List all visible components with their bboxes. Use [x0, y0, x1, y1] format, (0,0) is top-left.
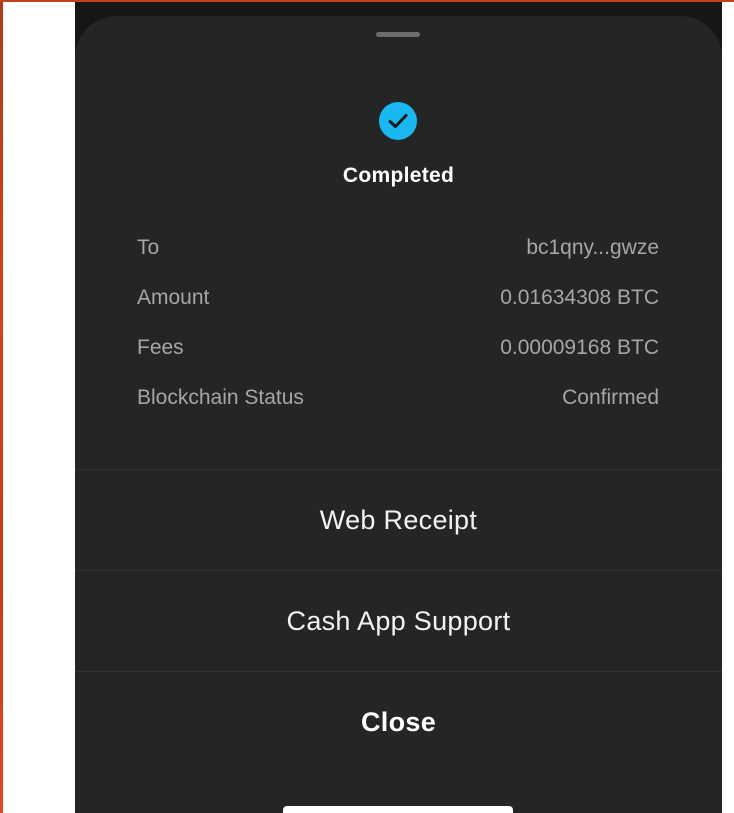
detail-label: Fees [137, 336, 184, 359]
detail-row-to: To bc1qny...gwze [137, 235, 659, 285]
detail-value: Confirmed [562, 386, 659, 409]
home-indicator [283, 806, 513, 813]
detail-value: 0.01634308 BTC [500, 286, 659, 309]
detail-row-amount: Amount 0.01634308 BTC [137, 285, 659, 335]
status-title: Completed [342, 164, 455, 187]
detail-label: Blockchain Status [137, 386, 304, 409]
cash-app-support-button[interactable]: Cash App Support [75, 571, 722, 671]
detail-row-blockchain-status: Blockchain Status Confirmed [137, 385, 659, 435]
transaction-details: To bc1qny...gwze Amount 0.01634308 BTC F… [137, 235, 659, 435]
detail-value: 0.00009168 BTC [500, 336, 659, 359]
detail-label: To [137, 236, 160, 259]
detail-value: bc1qny...gwze [526, 236, 659, 259]
transaction-sheet: Completed To bc1qny...gwze Amount 0.0163… [75, 16, 722, 813]
detail-row-fees: Fees 0.00009168 BTC [137, 335, 659, 385]
check-circle-icon [379, 102, 417, 140]
close-button[interactable]: Close [75, 672, 722, 772]
web-receipt-button[interactable]: Web Receipt [75, 470, 722, 570]
sheet-drag-handle[interactable] [376, 32, 420, 37]
detail-label: Amount [137, 286, 210, 309]
background-edge [0, 0, 3, 813]
app-window: Completed To bc1qny...gwze Amount 0.0163… [75, 2, 722, 813]
